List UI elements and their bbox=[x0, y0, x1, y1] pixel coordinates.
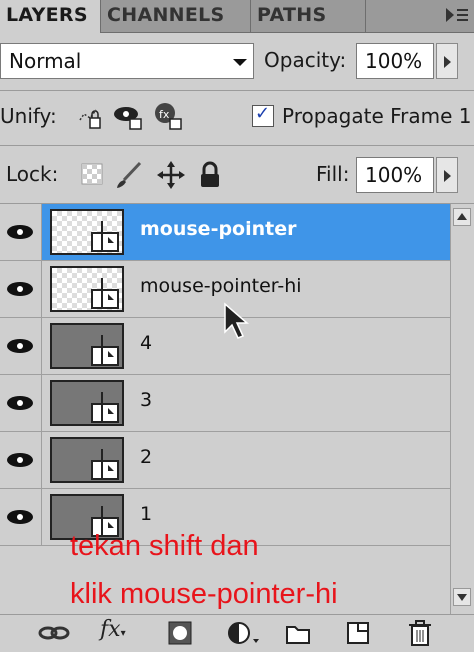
layer-thumbnail bbox=[50, 209, 124, 255]
blend-mode-select[interactable]: Normal bbox=[0, 43, 254, 79]
layer-name: mouse-pointer bbox=[140, 218, 297, 240]
blend-mode-value: Normal bbox=[9, 49, 82, 73]
propagate-label: Propagate Frame 1 bbox=[282, 104, 472, 128]
eye-icon[interactable] bbox=[0, 204, 42, 260]
layer-row[interactable]: mouse-pointer bbox=[0, 204, 450, 261]
layer-name: 4 bbox=[140, 332, 153, 354]
scroll-up-button[interactable] bbox=[453, 208, 471, 226]
eye-icon[interactable] bbox=[0, 261, 42, 317]
scroll-down-button[interactable] bbox=[453, 588, 471, 606]
bottom-toolbar: fx▾ bbox=[0, 614, 474, 651]
new-group-icon[interactable] bbox=[284, 619, 312, 651]
opacity-slider-button[interactable] bbox=[436, 43, 458, 79]
adjustment-layer-icon[interactable] bbox=[226, 619, 262, 651]
layer-thumbnail bbox=[50, 323, 124, 369]
opacity-label: Opacity: bbox=[264, 48, 347, 72]
panel-menu-icon[interactable] bbox=[440, 4, 470, 26]
tab-paths[interactable]: PATHS bbox=[251, 0, 366, 32]
checkmark-icon: ✓ bbox=[255, 103, 271, 124]
annotation-line-2: klik mouse-pointer-hi bbox=[70, 578, 338, 610]
fx-icon[interactable]: fx▾ bbox=[100, 617, 126, 642]
eye-icon[interactable] bbox=[0, 432, 42, 488]
eye-icon[interactable] bbox=[0, 375, 42, 431]
chevron-down-icon bbox=[233, 59, 247, 66]
fill-slider-button[interactable] bbox=[436, 157, 458, 193]
new-layer-icon[interactable] bbox=[344, 619, 372, 651]
eye-icon[interactable] bbox=[0, 318, 42, 374]
fill-label: Fill: bbox=[316, 162, 350, 186]
layer-name: 3 bbox=[140, 389, 153, 411]
tab-layers[interactable]: LAYERS bbox=[0, 0, 101, 33]
layer-name: mouse-pointer-hi bbox=[140, 275, 302, 297]
fx-label: fx bbox=[100, 617, 121, 642]
layer-name: 1 bbox=[140, 503, 153, 525]
lock-transparent-icon[interactable] bbox=[80, 162, 104, 190]
trash-icon[interactable] bbox=[406, 618, 434, 652]
unify-position-icon[interactable] bbox=[74, 100, 106, 136]
unify-style-icon[interactable]: fx bbox=[152, 100, 186, 136]
opacity-field[interactable]: 100% bbox=[356, 43, 434, 79]
lock-label: Lock: bbox=[6, 162, 59, 186]
eye-icon[interactable] bbox=[0, 489, 42, 545]
fill-field[interactable]: 100% bbox=[356, 157, 434, 193]
mouse-cursor-icon bbox=[222, 302, 252, 348]
svg-text:fx: fx bbox=[159, 108, 170, 121]
add-mask-icon[interactable] bbox=[166, 619, 194, 651]
link-layers-icon[interactable] bbox=[38, 619, 70, 651]
layer-thumbnail bbox=[50, 266, 124, 312]
annotation-line-1: tekan shift dan bbox=[70, 530, 259, 562]
layer-thumbnail bbox=[50, 380, 124, 426]
layer-row[interactable]: 3 bbox=[0, 375, 450, 432]
propagate-checkbox[interactable]: ✓ bbox=[252, 103, 274, 127]
lock-position-icon[interactable] bbox=[156, 160, 186, 194]
panel-tabs: LAYERS CHANNELS PATHS bbox=[0, 0, 474, 33]
lock-image-icon[interactable] bbox=[114, 160, 144, 194]
lock-all-icon[interactable] bbox=[196, 160, 224, 194]
layers-scrollbar[interactable] bbox=[450, 204, 474, 614]
layer-row[interactable]: 2 bbox=[0, 432, 450, 489]
layer-thumbnail bbox=[50, 437, 124, 483]
unify-visibility-icon[interactable] bbox=[112, 100, 146, 136]
layer-name: 2 bbox=[140, 446, 153, 468]
unify-label: Unify: bbox=[0, 104, 57, 128]
tab-channels[interactable]: CHANNELS bbox=[101, 0, 251, 32]
